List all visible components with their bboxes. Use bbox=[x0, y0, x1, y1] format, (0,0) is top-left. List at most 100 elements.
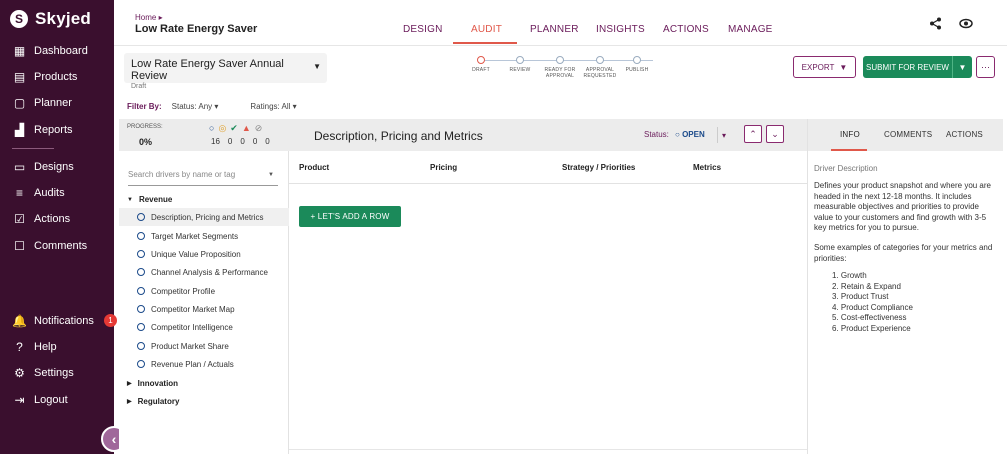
chevron-down-icon: ▼ bbox=[839, 62, 848, 72]
tree-item[interactable]: Description, Pricing and Metrics bbox=[119, 208, 289, 226]
designs-icon: ▭ bbox=[13, 159, 26, 174]
breadcrumb[interactable]: Home ▸ bbox=[135, 13, 163, 22]
review-title: Low Rate Energy Saver Annual Review bbox=[131, 58, 284, 82]
tab-insights[interactable]: INSIGHTS bbox=[596, 24, 645, 35]
sidebar-item-designs[interactable]: ▭ Designs bbox=[13, 159, 74, 174]
previous-driver-button[interactable]: ⌃ bbox=[744, 125, 762, 143]
open-status-icon bbox=[137, 287, 145, 295]
tab-planner[interactable]: PLANNER bbox=[530, 24, 579, 35]
open-status-icon bbox=[137, 360, 145, 368]
list-item: 2. Retain & Expand bbox=[832, 281, 901, 291]
review-status: Draft bbox=[131, 83, 147, 90]
status-dropdown-icon[interactable]: ▾ bbox=[717, 127, 726, 143]
open-status-icon bbox=[137, 250, 145, 258]
list-item: 4. Product Compliance bbox=[832, 302, 913, 312]
tree-item[interactable]: Revenue Plan / Actuals bbox=[119, 355, 289, 373]
status-filter[interactable]: Status: Any ▾ bbox=[172, 102, 219, 111]
eye-icon[interactable] bbox=[959, 17, 973, 33]
brand[interactable]: S Skyjed bbox=[10, 9, 91, 29]
list-item: 1. Growth bbox=[832, 271, 867, 280]
sidebar-item-actions[interactable]: ☑ Actions bbox=[13, 212, 70, 226]
submit-dropdown-icon[interactable]: ▼ bbox=[952, 56, 972, 78]
submit-for-review-button[interactable]: SUBMIT FOR REVIEW ▼ bbox=[863, 56, 972, 78]
warning-icon: ▲ bbox=[241, 123, 251, 133]
sidebar-item-logout[interactable]: ⇥ Logout bbox=[13, 393, 68, 407]
skyjed-logo-icon: S bbox=[10, 10, 28, 28]
sidebar: S Skyjed ▦ Dashboard ▤ Products ▢ Planne… bbox=[0, 0, 117, 454]
tree-group-regulatory[interactable]: ▶ Regulatory bbox=[127, 397, 179, 406]
tree-item[interactable]: Product Market Share bbox=[119, 337, 289, 355]
sidebar-item-label: Products bbox=[34, 70, 78, 83]
column-header-product: Product bbox=[299, 163, 330, 172]
share-icon[interactable] bbox=[929, 17, 942, 33]
open-circle-icon: ○ bbox=[209, 123, 215, 133]
tree-item[interactable]: Unique Value Proposition bbox=[119, 245, 289, 263]
tab-actions[interactable]: ACTIONS bbox=[663, 24, 709, 35]
gear-icon: ⚙ bbox=[14, 365, 25, 380]
add-row-button[interactable]: + LET'S ADD A ROW bbox=[299, 206, 401, 227]
list-item: 5. Cost-effectiveness bbox=[832, 313, 907, 322]
driver-tree-panel: Search drivers by name or tag ▼ ▼ Revenu… bbox=[119, 151, 289, 454]
review-selector[interactable]: Low Rate Energy Saver Annual Review Draf… bbox=[124, 53, 327, 90]
sidebar-item-products[interactable]: ▤ Products bbox=[13, 70, 78, 84]
bell-icon: 🔔 bbox=[12, 313, 27, 328]
brand-name: Skyjed bbox=[35, 9, 92, 28]
tree-item[interactable]: Target Market Segments bbox=[119, 227, 289, 245]
open-status-icon bbox=[137, 305, 145, 313]
comments-icon: ☐ bbox=[14, 238, 25, 253]
sidebar-item-dashboard[interactable]: ▦ Dashboard bbox=[13, 43, 88, 58]
tab-audit[interactable]: AUDIT bbox=[471, 24, 502, 35]
tree-item[interactable]: Competitor Market Map bbox=[119, 300, 289, 318]
in-progress-icon: ◎ bbox=[218, 123, 227, 133]
sidebar-item-planner[interactable]: ▢ Planner bbox=[13, 95, 72, 110]
chevron-down-icon: ▼ bbox=[268, 172, 274, 178]
sidebar-item-audits[interactable]: ≡ Audits bbox=[13, 186, 65, 200]
tab-actions-panel[interactable]: ACTIONS bbox=[946, 130, 983, 139]
step-dot-approval bbox=[596, 56, 604, 64]
sidebar-item-label: Planner bbox=[34, 96, 72, 109]
info-panel-tabs: INFO COMMENTS ACTIONS bbox=[808, 119, 1003, 151]
driver-description-heading: Driver Description bbox=[814, 164, 878, 173]
more-options-button[interactable]: ⋯ bbox=[976, 56, 995, 78]
sidebar-item-settings[interactable]: ⚙ Settings bbox=[13, 365, 74, 380]
tree-item[interactable]: Competitor Intelligence bbox=[119, 318, 289, 336]
sidebar-item-reports[interactable]: ▟ Reports bbox=[13, 123, 73, 137]
sidebar-item-notifications[interactable]: 🔔 Notifications 1 bbox=[12, 313, 117, 328]
sidebar-item-label: Designs bbox=[34, 160, 74, 173]
tab-design[interactable]: DESIGN bbox=[403, 24, 443, 35]
sidebar-item-label: Logout bbox=[34, 393, 68, 406]
column-header-pricing: Pricing bbox=[430, 163, 458, 172]
open-status-icon bbox=[137, 323, 145, 331]
tree-item[interactable]: Competitor Profile bbox=[119, 282, 289, 300]
step-label: REVIEW bbox=[509, 67, 531, 73]
planner-icon: ▢ bbox=[13, 95, 26, 110]
status-value[interactable]: ○ OPEN bbox=[675, 130, 705, 139]
sidebar-item-comments[interactable]: ☐ Comments bbox=[13, 238, 87, 253]
next-driver-button[interactable]: ⌄ bbox=[766, 125, 784, 143]
driver-search-input[interactable]: Search drivers by name or tag ▼ bbox=[128, 166, 278, 186]
driver-description-text: Defines your product snapshot and where … bbox=[814, 181, 991, 232]
sidebar-item-help[interactable]: ? Help bbox=[13, 340, 57, 354]
tree-group-innovation[interactable]: ▶ Innovation bbox=[127, 379, 178, 388]
dashboard-icon: ▦ bbox=[13, 43, 26, 58]
column-header-strategy: Strategy / Priorities bbox=[562, 163, 636, 172]
tab-info[interactable]: INFO bbox=[840, 130, 860, 139]
list-item: 3. Product Trust bbox=[832, 292, 889, 301]
tab-manage[interactable]: MANAGE bbox=[728, 24, 773, 35]
submit-label: SUBMIT FOR REVIEW bbox=[866, 62, 949, 72]
tree-group-revenue[interactable]: ▼ Revenue bbox=[127, 195, 172, 204]
blocked-icon: ⊘ bbox=[254, 123, 263, 133]
tree-item[interactable]: Channel Analysis & Performance bbox=[119, 263, 289, 281]
ratings-filter[interactable]: Ratings: All ▾ bbox=[250, 102, 296, 111]
step-label: DRAFT bbox=[472, 67, 490, 73]
workflow-stepper: DRAFT REVIEW READY FOR APPROVAL APPROVAL… bbox=[465, 56, 665, 84]
caret-right-icon: ▶ bbox=[127, 399, 132, 405]
step-dot-review bbox=[516, 56, 524, 64]
sidebar-item-label: Help bbox=[34, 340, 57, 353]
export-button[interactable]: EXPORT ▼ bbox=[793, 56, 856, 78]
tab-comments[interactable]: COMMENTS bbox=[884, 130, 932, 139]
step-dot-publish bbox=[633, 56, 641, 64]
page-title: Low Rate Energy Saver bbox=[135, 23, 258, 35]
examples-intro-text: Some examples of categories for your met… bbox=[814, 243, 993, 263]
sidebar-item-label: Reports bbox=[34, 123, 73, 136]
